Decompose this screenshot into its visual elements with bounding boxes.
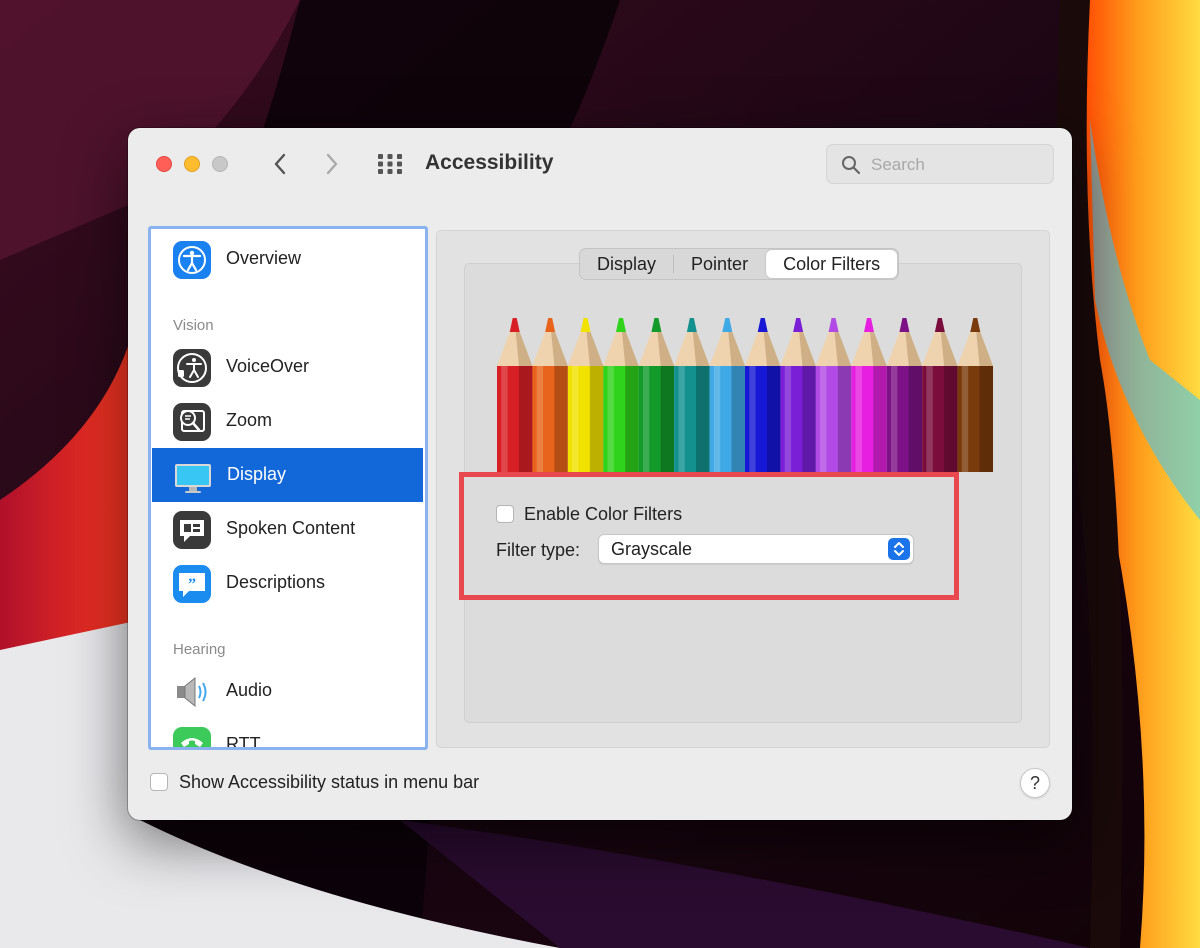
- color-pencil: [674, 318, 710, 472]
- popup-stepper-icon: [888, 538, 910, 560]
- search-field[interactable]: [826, 144, 1054, 184]
- tab-bar: Display Pointer Color Filters: [579, 248, 900, 280]
- color-pencil: [886, 318, 923, 472]
- back-button[interactable]: [266, 150, 294, 178]
- show-all-button[interactable]: [376, 152, 404, 176]
- sidebar-item-label: VoiceOver: [226, 356, 310, 376]
- zoom-window-button[interactable]: [212, 156, 228, 172]
- display-icon: [175, 464, 211, 493]
- color-pencil: [957, 318, 993, 472]
- search-input[interactable]: [869, 153, 1043, 177]
- color-pencil: [709, 318, 745, 472]
- voiceover-icon: [173, 349, 211, 387]
- sidebar-item-voiceover[interactable]: VoiceOver: [151, 340, 425, 394]
- sidebar-section-vision: Vision: [173, 317, 214, 334]
- rtt-phone-icon: [173, 727, 211, 747]
- sidebar-item-rtt[interactable]: RTT: [151, 718, 425, 750]
- chevron-right-icon: [326, 153, 338, 175]
- filter-type-select[interactable]: Grayscale: [598, 534, 914, 564]
- svg-text:”: ”: [188, 576, 196, 593]
- window-title: Accessibility: [425, 151, 554, 174]
- search-icon: [842, 156, 861, 175]
- accessibility-window: Accessibility Overview Vision: [128, 128, 1072, 820]
- color-pencil: [497, 318, 533, 472]
- accessibility-icon: [173, 241, 211, 279]
- tab-panel: Enable Color Filters Filter type: Graysc…: [459, 263, 1022, 723]
- sidebar-item-label: Overview: [226, 248, 302, 268]
- enable-color-filters-label: Enable Color Filters: [524, 504, 683, 524]
- sidebar-item-overview[interactable]: Overview: [151, 232, 425, 286]
- tab-pointer[interactable]: Pointer: [674, 249, 765, 279]
- content-pane: Enable Color Filters Filter type: Graysc…: [436, 230, 1050, 748]
- sidebar-item-label: Audio: [226, 680, 273, 700]
- enable-color-filters-checkbox[interactable]: [496, 505, 514, 523]
- sidebar: Overview Vision VoiceOver Zoom Display S…: [148, 226, 428, 750]
- color-pencil: [815, 318, 852, 472]
- sidebar-item-label: Spoken Content: [226, 518, 356, 538]
- speaker-icon: [177, 676, 207, 708]
- color-pencil: [638, 318, 675, 472]
- color-pencil: [603, 318, 639, 472]
- descriptions-icon: ”: [173, 565, 211, 603]
- filter-type-value: Grayscale: [611, 539, 693, 559]
- zoom-icon: [173, 403, 211, 441]
- sidebar-item-audio[interactable]: Audio: [151, 664, 425, 718]
- spoken-content-icon: [173, 511, 211, 549]
- sidebar-item-spoken-content[interactable]: Spoken Content: [151, 502, 425, 556]
- grid-icon: [378, 154, 402, 174]
- color-pencil: [851, 318, 887, 472]
- sidebar-item-label: Descriptions: [226, 572, 326, 592]
- title-bar: Accessibility: [128, 128, 1072, 202]
- color-pencil: [567, 318, 604, 472]
- close-window-button[interactable]: [156, 156, 172, 172]
- sidebar-section-hearing: Hearing: [173, 641, 226, 658]
- color-pencils-illustration: [497, 318, 993, 472]
- forward-button[interactable]: [318, 150, 346, 178]
- sidebar-item-label: RTT: [226, 734, 261, 750]
- tab-display[interactable]: Display: [580, 249, 673, 279]
- color-pencil: [922, 318, 958, 472]
- show-status-checkbox[interactable]: [150, 773, 168, 791]
- color-filters-options: Enable Color Filters Filter type: Graysc…: [459, 472, 959, 600]
- color-pencil: [780, 318, 816, 472]
- chevron-left-icon: [274, 153, 286, 175]
- filter-type-label: Filter type:: [496, 540, 581, 560]
- help-button[interactable]: ?: [1020, 768, 1050, 798]
- color-pencil: [532, 318, 568, 472]
- sidebar-item-descriptions[interactable]: ” Descriptions: [151, 556, 425, 610]
- sidebar-item-zoom[interactable]: Zoom: [151, 394, 425, 448]
- show-status-label: Show Accessibility status in menu bar: [179, 772, 480, 792]
- minimize-window-button[interactable]: [184, 156, 200, 172]
- sidebar-item-label: Zoom: [226, 410, 273, 430]
- sidebar-item-label: Display: [227, 464, 287, 484]
- tab-color-filters[interactable]: Color Filters: [766, 250, 898, 278]
- sidebar-item-display[interactable]: Display: [152, 448, 423, 502]
- color-pencil: [745, 318, 781, 472]
